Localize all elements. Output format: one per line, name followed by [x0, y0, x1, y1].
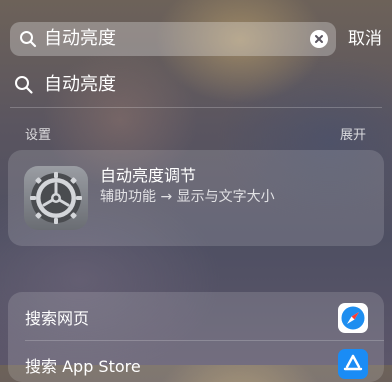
settings-gear-icon [24, 166, 88, 230]
search-icon [15, 76, 33, 94]
expand-button[interactable]: 展开 [340, 128, 366, 144]
cancel-button[interactable]: 取消 [348, 28, 382, 50]
search-suggestion[interactable]: 自动亮度 [10, 68, 382, 102]
search-field[interactable]: 自动亮度 [10, 22, 336, 56]
search-input[interactable]: 自动亮度 [44, 28, 116, 50]
search-app-store-row[interactable]: 搜索 App Store [8, 344, 384, 382]
search-web-row[interactable]: 搜索网页 [8, 296, 384, 340]
row-divider [25, 340, 384, 341]
settings-result[interactable]: 自动亮度调节 辅助功能 → 显示与文字大小 [8, 150, 384, 246]
web-search-list: 搜索网页 搜索 App Store [8, 292, 384, 382]
divider [10, 107, 382, 108]
result-title: 自动亮度调节 [100, 166, 197, 185]
safari-icon [338, 303, 368, 333]
clear-icon [315, 35, 323, 43]
section-header-settings: 设置 [25, 128, 52, 143]
clear-search-button[interactable] [310, 30, 328, 48]
suggestion-text: 自动亮度 [44, 74, 116, 95]
search-bar: 自动亮度 取消 [10, 22, 382, 56]
app-store-icon [338, 349, 368, 379]
search-web-label: 搜索网页 [25, 309, 90, 328]
result-subtitle: 辅助功能 → 显示与文字大小 [100, 189, 275, 205]
search-icon [20, 31, 37, 48]
search-app-store-label: 搜索 App Store [25, 357, 141, 376]
